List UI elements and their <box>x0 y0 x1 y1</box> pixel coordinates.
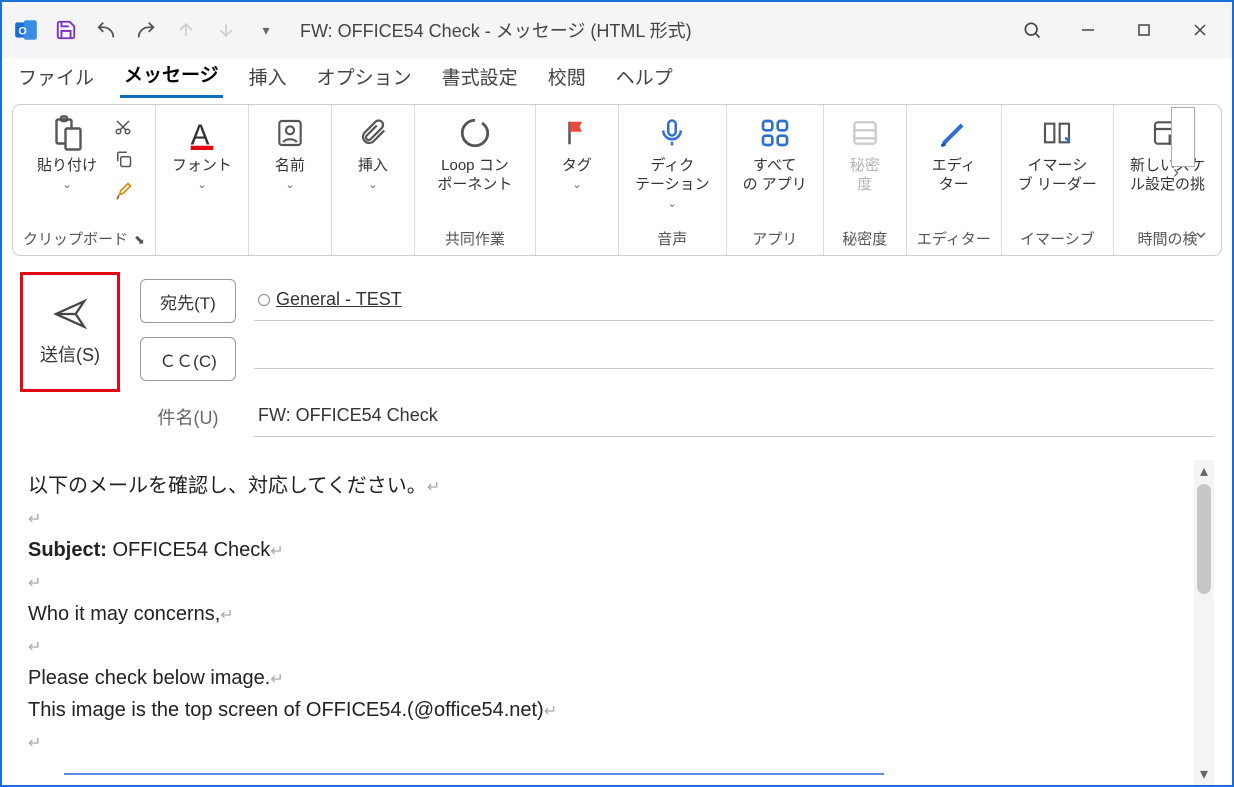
group-label-sensitivity: 秘密度 <box>834 224 896 255</box>
presence-icon <box>258 294 270 306</box>
outlook-icon: O <box>8 12 44 48</box>
attach-icon <box>358 113 388 153</box>
body-line: This image is the top screen of OFFICE54… <box>28 699 544 721</box>
cc-field[interactable] <box>254 350 1214 369</box>
undo-button[interactable] <box>88 12 124 48</box>
flag-icon <box>562 113 592 153</box>
close-button[interactable] <box>1174 10 1226 50</box>
svg-text:O: O <box>18 25 26 37</box>
group-label-collab: 共同作業 <box>425 224 525 255</box>
body-line: 以下のメールを確認し、対応してください。 <box>28 475 427 497</box>
immersive-reader-button[interactable]: イマーシ ブ リーダー <box>1012 109 1103 199</box>
paste-button[interactable]: 貼り付け ⌄ <box>31 109 103 195</box>
names-button[interactable]: 名前 ⌄ <box>259 109 321 195</box>
svg-text:A: A <box>191 119 210 150</box>
recipient-chip[interactable]: General - TEST <box>276 289 402 310</box>
loop-button[interactable]: Loop コン ポーネント <box>425 109 525 199</box>
tab-format[interactable]: 書式設定 <box>438 57 522 98</box>
compose-area: 送信(S) 宛先(T) General - TEST ＣＣ(C) 件名(U) F… <box>2 256 1232 785</box>
body-line: Who it may concerns, <box>28 603 220 625</box>
editor-icon <box>937 113 971 153</box>
send-next-button <box>208 12 244 48</box>
group-label-clipboard: クリップボード <box>23 231 128 248</box>
maximize-button[interactable] <box>1118 10 1170 50</box>
sensitivity-button: 秘密 度 <box>834 109 896 199</box>
send-button[interactable]: 送信(S) <box>20 272 120 392</box>
send-prev-button <box>168 12 204 48</box>
reader-icon <box>1039 113 1075 153</box>
scheduling-button[interactable]: 新しいスケ ル設定の挑 <box>1124 109 1211 199</box>
ribbon: 貼り付け ⌄ クリップボード⬊ A フォント <box>2 98 1232 256</box>
scroll-thumb[interactable] <box>1197 484 1211 594</box>
subject-field[interactable]: FW: OFFICE54 Check <box>254 397 1214 437</box>
all-apps-button[interactable]: すべて の アプリ <box>737 109 813 199</box>
window-title: FW: OFFICE54 Check - メッセージ (HTML 形式) <box>300 17 692 43</box>
body-separator <box>64 773 884 775</box>
dialog-launcher-icon[interactable]: ⬊ <box>134 232 145 247</box>
mic-icon <box>657 113 687 153</box>
format-painter-icon[interactable] <box>109 177 137 205</box>
tab-options[interactable]: オプション <box>313 57 416 98</box>
tab-insert[interactable]: 挿入 <box>245 57 291 98</box>
redo-button[interactable] <box>128 12 164 48</box>
group-label-immersive: イマーシブ <box>1012 224 1103 255</box>
send-label: 送信(S) <box>40 341 100 367</box>
sensitivity-icon <box>849 113 881 153</box>
body-subject: OFFICE54 Check <box>112 539 270 561</box>
tab-help[interactable]: ヘルプ <box>612 57 677 98</box>
cut-icon[interactable] <box>109 113 137 141</box>
send-icon <box>50 297 90 331</box>
ribbon-overflow-icon[interactable]: › <box>1167 162 1185 183</box>
subject-label: 件名(U) <box>140 404 236 430</box>
tab-message[interactable]: メッセージ <box>120 54 223 98</box>
outlook-compose-window: O ▾ FW: OFFICE54 Check - メッセージ (HTML 形式) <box>0 0 1234 787</box>
font-button[interactable]: A フォント ⌄ <box>166 109 238 195</box>
to-field[interactable]: General - TEST <box>254 281 1214 321</box>
body-subject-prefix: Subject: <box>28 539 112 561</box>
address-book-icon <box>274 113 306 153</box>
menu-tabs: ファイル メッセージ 挿入 オプション 書式設定 校閲 ヘルプ <box>2 58 1232 98</box>
tab-file[interactable]: ファイル <box>14 57 98 98</box>
scroll-down-icon[interactable]: ▾ <box>1194 763 1214 785</box>
apps-icon <box>759 113 791 153</box>
group-label-voice: 音声 <box>629 224 716 255</box>
loop-icon <box>458 113 492 153</box>
message-body[interactable]: 以下のメールを確認し、対応してください。↵ ↵ Subject: OFFICE5… <box>20 460 1214 785</box>
cc-button[interactable]: ＣＣ(C) <box>140 337 236 381</box>
scroll-up-icon[interactable]: ▴ <box>1194 460 1214 482</box>
tag-button[interactable]: タグ ⌄ <box>546 109 608 195</box>
minimize-button[interactable] <box>1062 10 1114 50</box>
copy-icon[interactable] <box>109 145 137 173</box>
group-label-apps: アプリ <box>737 224 813 255</box>
qat-customize[interactable]: ▾ <box>248 12 284 48</box>
save-button[interactable] <box>48 12 84 48</box>
group-label-editor: エディター <box>917 224 991 255</box>
ribbon-collapse-button[interactable] <box>1187 221 1215 249</box>
tab-review[interactable]: 校閲 <box>544 57 590 98</box>
search-button[interactable] <box>1006 10 1058 50</box>
to-button[interactable]: 宛先(T) <box>140 279 236 323</box>
insert-button[interactable]: 挿入 ⌄ <box>342 109 404 195</box>
ribbon-scrollbar[interactable] <box>1171 107 1195 167</box>
body-line: Please check below image. <box>28 667 270 689</box>
font-icon: A <box>185 113 219 153</box>
titlebar: O ▾ FW: OFFICE54 Check - メッセージ (HTML 形式) <box>2 2 1232 58</box>
dictation-button[interactable]: ディク テーション ⌄ <box>629 109 716 214</box>
editor-button[interactable]: エディ ター <box>923 109 985 199</box>
paste-icon <box>49 113 85 153</box>
body-scrollbar[interactable]: ▴ ▾ <box>1194 460 1214 785</box>
